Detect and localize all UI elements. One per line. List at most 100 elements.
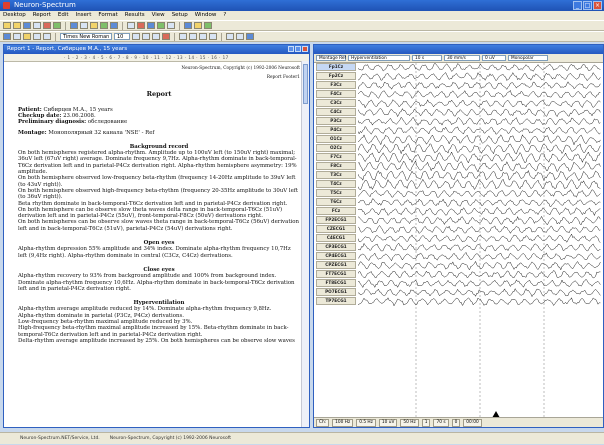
bottom-item[interactable]: 100 Hz [332,418,354,427]
menu-report[interactable]: Report [33,11,51,20]
italic-icon[interactable] [142,33,150,40]
channel-label[interactable]: CP4ECG1 [316,251,356,260]
grid-icon[interactable] [204,22,212,29]
channel-label[interactable]: Fp2Cz [316,71,356,81]
new-icon[interactable] [3,22,11,29]
print-preview-icon[interactable] [13,33,21,40]
bottom-item[interactable]: 1 [421,418,431,427]
paste-icon[interactable] [43,33,51,40]
eeg-traces[interactable] [358,63,601,418]
bottom-item[interactable]: 10 uV [378,418,398,427]
bottom-item[interactable]: 0.5 Hz [356,418,376,427]
menu-insert[interactable]: Insert [76,11,92,20]
cut-icon[interactable] [23,33,31,40]
marker-icon[interactable] [137,22,145,29]
save-icon[interactable] [23,22,31,29]
channel-label[interactable]: FT8ECG1 [316,278,356,287]
indent-icon[interactable] [236,33,244,40]
channel-label[interactable]: FCz [316,206,356,215]
channel-label[interactable]: F3Cz [316,80,356,90]
align-center-icon[interactable] [189,33,197,40]
channel-label[interactable]: T5Cz [316,188,356,197]
calc-icon[interactable] [167,22,175,29]
chart-icon[interactable] [184,22,192,29]
menu-format[interactable]: Format [98,11,117,20]
channel-label[interactable]: T6Cz [316,197,356,206]
print-icon[interactable] [33,22,41,29]
bottom-item[interactable]: 50 Hz [400,418,419,427]
maximize-icon[interactable] [295,46,301,52]
open-folder-icon[interactable] [13,22,21,29]
test-select[interactable]: Hyperventilation [348,55,410,61]
close-icon[interactable] [302,46,308,52]
channel-label[interactable]: CPZECG1 [316,260,356,269]
video-icon[interactable] [147,22,155,29]
channel-label[interactable]: F7Cz [316,152,356,162]
menu-setup[interactable]: Setup [172,11,188,20]
bottom-item[interactable]: 0 [451,418,461,427]
bottom-item[interactable]: 70 s [433,418,449,427]
bottom-item[interactable]: Ch: [316,418,330,427]
speed-select[interactable]: 30 mm/s [444,55,480,61]
menu-help[interactable]: ? [223,11,226,20]
justify-icon[interactable] [209,33,217,40]
channel-label[interactable]: FT7ECG1 [316,269,356,278]
channel-label[interactable]: C3Cz [316,98,356,108]
menu-edit[interactable]: Edit [58,11,69,20]
report-icon[interactable] [90,22,98,29]
font-color-icon[interactable] [162,33,170,40]
channel-label[interactable]: P3Cz [316,116,356,126]
channel-label[interactable]: CZECG1 [316,224,356,233]
bottom-item[interactable]: 00:00 [463,418,482,427]
close-icon[interactable]: × [593,1,602,10]
font-select[interactable]: Times New Roman [60,33,112,40]
channel-label[interactable]: C4ECG1 [316,233,356,242]
bold-icon[interactable] [132,33,140,40]
underline-icon[interactable] [152,33,160,40]
menu-view[interactable]: View [152,11,165,20]
channel-label[interactable]: CP3ECG1 [316,242,356,251]
menu-window[interactable]: Window [195,11,217,20]
map-icon[interactable] [100,22,108,29]
spectrum-icon[interactable] [110,22,118,29]
report-scrollbar[interactable] [301,61,309,427]
channel-label[interactable]: P4Cz [316,125,356,135]
channel-label[interactable]: O1Cz [316,134,356,144]
record-icon[interactable] [43,22,51,29]
channel-label[interactable]: FP2ECG1 [316,215,356,224]
channel-label[interactable]: O2Cz [316,143,356,153]
list-icon[interactable] [194,22,202,29]
filter-icon[interactable] [127,22,135,29]
play-icon[interactable] [53,22,61,29]
montage-select[interactable]: Montage Ref [316,55,346,61]
photostim-icon[interactable] [157,22,165,29]
channel-label[interactable]: Fp1Cz [316,63,356,72]
menu-results[interactable]: Results [125,11,145,20]
minimize-icon[interactable]: _ [573,1,582,10]
epoch-select[interactable]: 10 s [412,55,442,61]
menu-desktop[interactable]: Desktop [3,11,26,20]
font-size-select[interactable]: 10 [114,33,130,40]
montage-icon[interactable] [80,22,88,29]
channel-label[interactable]: T3Cz [316,170,356,179]
sensitivity-select[interactable]: 0 uV [482,55,506,61]
maximize-icon[interactable]: □ [583,1,592,10]
channel-label[interactable]: C4Cz [316,107,356,117]
bullets-icon[interactable] [226,33,234,40]
report-document[interactable]: Neuron-Spectrum, Copyright (c) 1992-2006… [18,62,300,344]
help-pointer-icon[interactable] [246,33,254,40]
align-right-icon[interactable] [199,33,207,40]
align-left-icon[interactable] [179,33,187,40]
copy-icon[interactable] [33,33,41,40]
eeg-icon[interactable] [70,22,78,29]
ruler[interactable]: · 1 · 2 · 3 · 4 · 5 · 6 · 7 · 8 · 9 · 10… [4,54,309,62]
channel-label[interactable]: TP7ECG1 [316,296,356,305]
mode-select[interactable]: Monopolar [508,55,548,61]
channel-label[interactable]: PO7ECG1 [316,287,356,296]
minimize-icon[interactable] [288,46,294,52]
channel-label[interactable]: F4Cz [316,89,356,99]
report-view-icon[interactable] [3,33,11,40]
channel-label[interactable]: F8Cz [316,161,356,171]
channel-label[interactable]: T4Cz [316,179,356,188]
scrollbar-thumb[interactable] [303,64,308,104]
